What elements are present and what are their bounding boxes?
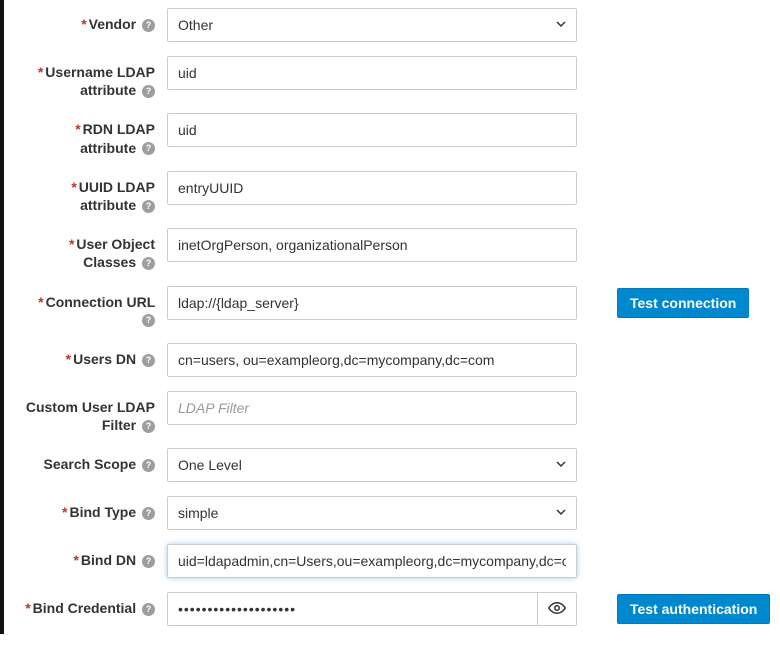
toggle-password-visibility-button[interactable] xyxy=(537,592,577,626)
row-uuid-attr: *UUID LDAP attribute ? xyxy=(4,171,780,214)
required-marker: * xyxy=(62,504,67,520)
row-username-attr: *Username LDAP attribute ? xyxy=(4,56,780,99)
uuid-attr-input[interactable] xyxy=(167,171,577,205)
label-bind-dn: *Bind DN ? xyxy=(22,544,167,569)
label-vendor: *Vendor ? xyxy=(22,8,167,33)
help-icon[interactable]: ? xyxy=(142,507,155,520)
label-user-object-classes: *User Object Classes ? xyxy=(22,228,167,271)
label-bind-credential: *Bind Credential ? xyxy=(22,592,167,617)
help-icon[interactable]: ? xyxy=(142,420,155,433)
help-icon[interactable]: ? xyxy=(142,257,155,270)
user-object-classes-input[interactable] xyxy=(167,228,577,262)
label-search-scope: Search Scope ? xyxy=(22,448,167,473)
row-user-object-classes: *User Object Classes ? xyxy=(4,228,780,271)
label-text-bind-type: Bind Type xyxy=(69,504,136,520)
required-marker: * xyxy=(25,600,30,616)
help-icon[interactable]: ? xyxy=(142,85,155,98)
row-users-dn: *Users DN ? xyxy=(4,343,780,377)
required-marker: * xyxy=(38,294,43,310)
bind-dn-input[interactable] xyxy=(167,544,577,578)
username-attr-input[interactable] xyxy=(167,56,577,90)
required-marker: * xyxy=(66,351,71,367)
help-icon[interactable]: ? xyxy=(142,555,155,568)
label-text-username-attr: Username LDAP attribute xyxy=(45,64,155,98)
row-custom-filter: Custom User LDAP Filter ? xyxy=(4,391,780,434)
users-dn-input[interactable] xyxy=(167,343,577,377)
label-uuid-attr: *UUID LDAP attribute ? xyxy=(22,171,167,214)
required-marker: * xyxy=(69,236,74,252)
required-marker: * xyxy=(75,121,80,137)
bind-type-select[interactable]: simple xyxy=(167,496,577,530)
bind-credential-input[interactable] xyxy=(167,592,537,626)
label-username-attr: *Username LDAP attribute ? xyxy=(22,56,167,99)
row-bind-dn: *Bind DN ? xyxy=(4,544,780,578)
label-bind-type: *Bind Type ? xyxy=(22,496,167,521)
vendor-select[interactable]: Other xyxy=(167,8,577,42)
label-text-bind-credential: Bind Credential xyxy=(33,600,136,616)
label-connection-url: *Connection URL ? xyxy=(22,286,167,329)
row-bind-credential: *Bind Credential ? Test authentication xyxy=(4,592,780,626)
help-icon[interactable]: ? xyxy=(142,200,155,213)
label-text-search-scope: Search Scope xyxy=(44,456,137,472)
help-icon[interactable]: ? xyxy=(142,603,155,616)
row-connection-url: *Connection URL ? Test connection xyxy=(4,286,780,329)
label-text-users-dn: Users DN xyxy=(73,351,136,367)
label-custom-filter: Custom User LDAP Filter ? xyxy=(22,391,167,434)
search-scope-select[interactable]: One Level xyxy=(167,448,577,482)
row-vendor: *Vendor ? Other xyxy=(4,8,780,42)
row-bind-type: *Bind Type ? simple xyxy=(4,496,780,530)
ldap-settings-form: *Vendor ? Other *Username LDAP attribute… xyxy=(0,0,780,634)
label-text-connection-url: Connection URL xyxy=(46,294,155,310)
row-rdn-attr: *RDN LDAP attribute ? xyxy=(4,113,780,156)
label-text-vendor: Vendor xyxy=(89,16,136,32)
connection-url-input[interactable] xyxy=(167,286,577,320)
help-icon[interactable]: ? xyxy=(142,459,155,472)
test-authentication-button[interactable]: Test authentication xyxy=(617,594,770,624)
help-icon[interactable]: ? xyxy=(142,19,155,32)
rdn-attr-input[interactable] xyxy=(167,113,577,147)
required-marker: * xyxy=(73,552,78,568)
help-icon[interactable]: ? xyxy=(142,314,155,327)
label-users-dn: *Users DN ? xyxy=(22,343,167,368)
row-search-scope: Search Scope ? One Level xyxy=(4,448,780,482)
label-text-bind-dn: Bind DN xyxy=(81,552,136,568)
help-icon[interactable]: ? xyxy=(142,142,155,155)
custom-filter-input[interactable] xyxy=(167,391,577,425)
required-marker: * xyxy=(38,64,43,80)
label-text-custom-filter: Custom User LDAP Filter xyxy=(26,399,155,433)
required-marker: * xyxy=(81,16,86,32)
test-connection-button[interactable]: Test connection xyxy=(617,288,749,318)
required-marker: * xyxy=(71,179,76,195)
help-icon[interactable]: ? xyxy=(142,354,155,367)
eye-icon xyxy=(548,599,566,620)
label-rdn-attr: *RDN LDAP attribute ? xyxy=(22,113,167,156)
